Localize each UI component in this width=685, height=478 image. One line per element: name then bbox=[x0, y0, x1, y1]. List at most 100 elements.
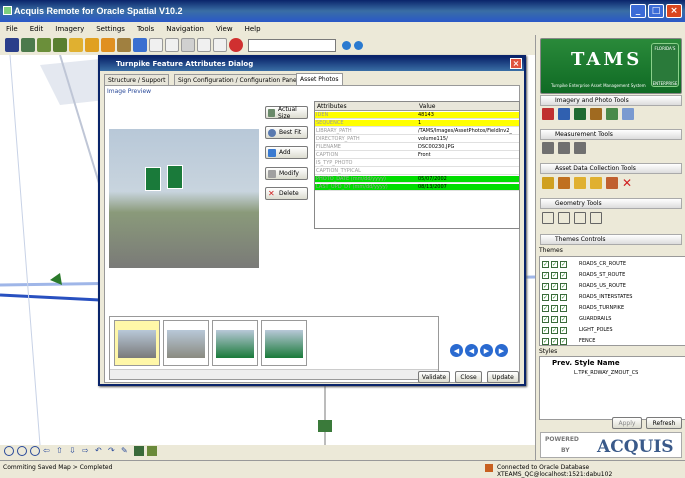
attribute-value[interactable]: 05/07/2002 bbox=[418, 176, 516, 183]
grid-icon[interactable] bbox=[117, 38, 131, 52]
theme-checkbox[interactable]: ✓ bbox=[542, 315, 549, 323]
table-row[interactable]: PHOTO_DATE (mm/dd/yyyy) 05/07/2002 bbox=[315, 176, 519, 183]
geometry-box-icon[interactable] bbox=[558, 212, 570, 224]
asset-select-icon[interactable] bbox=[558, 177, 570, 189]
toolbar-search-input[interactable] bbox=[248, 38, 336, 52]
theme-row[interactable]: ✓ ✓ ✓ ROADS_CR_ROUTE bbox=[542, 259, 682, 269]
pen-icon[interactable] bbox=[197, 38, 211, 52]
menu-imagery[interactable]: Imagery bbox=[55, 25, 84, 33]
theme-checkbox[interactable]: ✓ bbox=[551, 304, 558, 312]
info-icon[interactable] bbox=[133, 38, 147, 52]
geometry-section-header[interactable]: Geometry Tools bbox=[540, 198, 682, 209]
pan-down-icon[interactable]: ⇩ bbox=[69, 446, 79, 456]
nav-prev-icon[interactable]: ◀ bbox=[465, 344, 478, 357]
asset-delete-icon[interactable]: ✕ bbox=[622, 177, 634, 189]
tab-sign-configuration[interactable]: Sign Configuration / Configuration Panel… bbox=[174, 74, 306, 85]
table-row[interactable]: CAPTION Front bbox=[315, 152, 519, 159]
theme-checkbox[interactable]: ✓ bbox=[551, 293, 558, 301]
theme-checkbox[interactable]: ✓ bbox=[560, 271, 567, 279]
asset-edit-icon[interactable] bbox=[606, 177, 618, 189]
photo-add-icon[interactable] bbox=[606, 108, 618, 120]
menu-edit[interactable]: Edit bbox=[30, 25, 44, 33]
thumbnail-3[interactable] bbox=[212, 320, 258, 366]
pan-left-icon[interactable]: ⇦ bbox=[43, 446, 53, 456]
map-icon[interactable] bbox=[53, 38, 67, 52]
table-row[interactable]: CAPTION_TYPICAL bbox=[315, 168, 519, 175]
theme-row[interactable]: ✓ ✓ ✓ GUARDRAILS bbox=[542, 314, 682, 324]
image-icon[interactable] bbox=[134, 446, 144, 456]
theme-checkbox[interactable]: ✓ bbox=[542, 271, 549, 279]
thumbnail-2[interactable] bbox=[163, 320, 209, 366]
style-row-label[interactable]: L.TPK_RDWAY_ZMOUT_CS bbox=[574, 370, 638, 376]
validate-button[interactable]: Validate bbox=[418, 371, 450, 383]
save-icon[interactable] bbox=[5, 38, 19, 52]
theme-checkbox[interactable]: ✓ bbox=[542, 293, 549, 301]
stop-icon[interactable] bbox=[229, 38, 243, 52]
forward-icon[interactable] bbox=[354, 40, 363, 50]
thumbnail-1[interactable] bbox=[114, 320, 160, 366]
zoom-out-icon[interactable] bbox=[17, 446, 27, 456]
undo-icon[interactable]: ↶ bbox=[95, 446, 105, 456]
actual-size-button[interactable]: Actual Size bbox=[265, 106, 308, 120]
thumbnail-4[interactable] bbox=[261, 320, 307, 366]
theme-checkbox[interactable]: ✓ bbox=[560, 282, 567, 290]
menu-settings[interactable]: Settings bbox=[96, 25, 125, 33]
edit-icon[interactable]: ✎ bbox=[121, 446, 131, 456]
photo-open-icon[interactable] bbox=[558, 108, 570, 120]
theme-row[interactable]: ✓ ✓ ✓ LIGHT_POLES bbox=[542, 325, 682, 335]
measure-clear-icon[interactable] bbox=[574, 142, 586, 154]
zoom-in-icon[interactable] bbox=[4, 446, 14, 456]
measure-distance-icon[interactable] bbox=[542, 142, 554, 154]
photo-link-icon[interactable] bbox=[622, 108, 634, 120]
table-row[interactable]: FILENAME DSC00230.JPG bbox=[315, 144, 519, 151]
zoom-layer-icon[interactable] bbox=[37, 38, 51, 52]
dialog-close-button[interactable]: × bbox=[510, 58, 522, 69]
open-icon[interactable] bbox=[85, 38, 99, 52]
chart-icon[interactable] bbox=[101, 38, 115, 52]
theme-row[interactable]: ✓ ✓ ✓ ROADS_ST_ROUTE bbox=[542, 270, 682, 280]
attribute-value[interactable]: volume115/ bbox=[418, 136, 516, 143]
polygon-icon[interactable] bbox=[165, 38, 179, 52]
theme-checkbox[interactable]: ✓ bbox=[542, 304, 549, 312]
table-row[interactable]: LAST_UPD_DT (mm/dd/yyyy) 08/13/2007 bbox=[315, 184, 519, 191]
table-row[interactable]: IDEN 48143 bbox=[315, 112, 519, 119]
refresh-button[interactable]: Refresh bbox=[646, 417, 682, 429]
pan-right-icon[interactable]: ⇨ bbox=[82, 446, 92, 456]
attribute-value[interactable]: /TAMS/Images/AssetPhotos/FieldInv2_ bbox=[418, 128, 516, 135]
measure-area-icon[interactable] bbox=[558, 142, 570, 154]
zoom-extent-icon[interactable] bbox=[30, 446, 40, 456]
go-icon[interactable] bbox=[342, 40, 351, 50]
theme-checkbox[interactable]: ✓ bbox=[551, 282, 558, 290]
theme-row[interactable]: ✓ ✓ ✓ FENCE bbox=[542, 336, 682, 346]
folder-icon[interactable] bbox=[69, 38, 83, 52]
themes-section-header[interactable]: Themes Controls bbox=[540, 234, 682, 245]
apply-button[interactable]: Apply bbox=[612, 417, 642, 429]
photo-grid-icon[interactable] bbox=[542, 108, 554, 120]
theme-checkbox[interactable]: ✓ bbox=[551, 326, 558, 334]
nav-last-icon[interactable]: ▶ bbox=[495, 344, 508, 357]
geometry-line-icon[interactable] bbox=[574, 212, 586, 224]
theme-checkbox[interactable]: ✓ bbox=[542, 260, 549, 268]
photo-stack-icon[interactable] bbox=[590, 108, 602, 120]
geometry-point-icon[interactable] bbox=[542, 212, 554, 224]
modify-photo-button[interactable]: Modify bbox=[265, 167, 308, 180]
theme-checkbox[interactable]: ✓ bbox=[542, 337, 549, 345]
measurement-section-header[interactable]: Measurement Tools bbox=[540, 129, 682, 140]
theme-checkbox[interactable]: ✓ bbox=[560, 293, 567, 301]
theme-checkbox[interactable]: ✓ bbox=[560, 315, 567, 323]
update-button[interactable]: Update bbox=[487, 371, 519, 383]
attribute-value[interactable]: 48143 bbox=[418, 112, 516, 119]
nav-first-icon[interactable]: ◀ bbox=[450, 344, 463, 357]
menu-help[interactable]: Help bbox=[245, 25, 261, 33]
menu-tools[interactable]: Tools bbox=[137, 25, 154, 33]
pointer-icon[interactable] bbox=[149, 38, 163, 52]
theme-checkbox[interactable]: ✓ bbox=[551, 271, 558, 279]
theme-checkbox[interactable]: ✓ bbox=[542, 282, 549, 290]
minimize-button[interactable]: _ bbox=[630, 4, 646, 18]
menu-file[interactable]: File bbox=[6, 25, 18, 33]
theme-row[interactable]: ✓ ✓ ✓ ROADS_INTERSTATES bbox=[542, 292, 682, 302]
maximize-button[interactable]: □ bbox=[648, 4, 664, 18]
attribute-value[interactable]: DSC00230.JPG bbox=[418, 144, 516, 151]
tab-asset-photos[interactable]: Asset Photos bbox=[296, 73, 343, 85]
delete-photo-button[interactable]: ✕ Delete bbox=[265, 187, 308, 200]
